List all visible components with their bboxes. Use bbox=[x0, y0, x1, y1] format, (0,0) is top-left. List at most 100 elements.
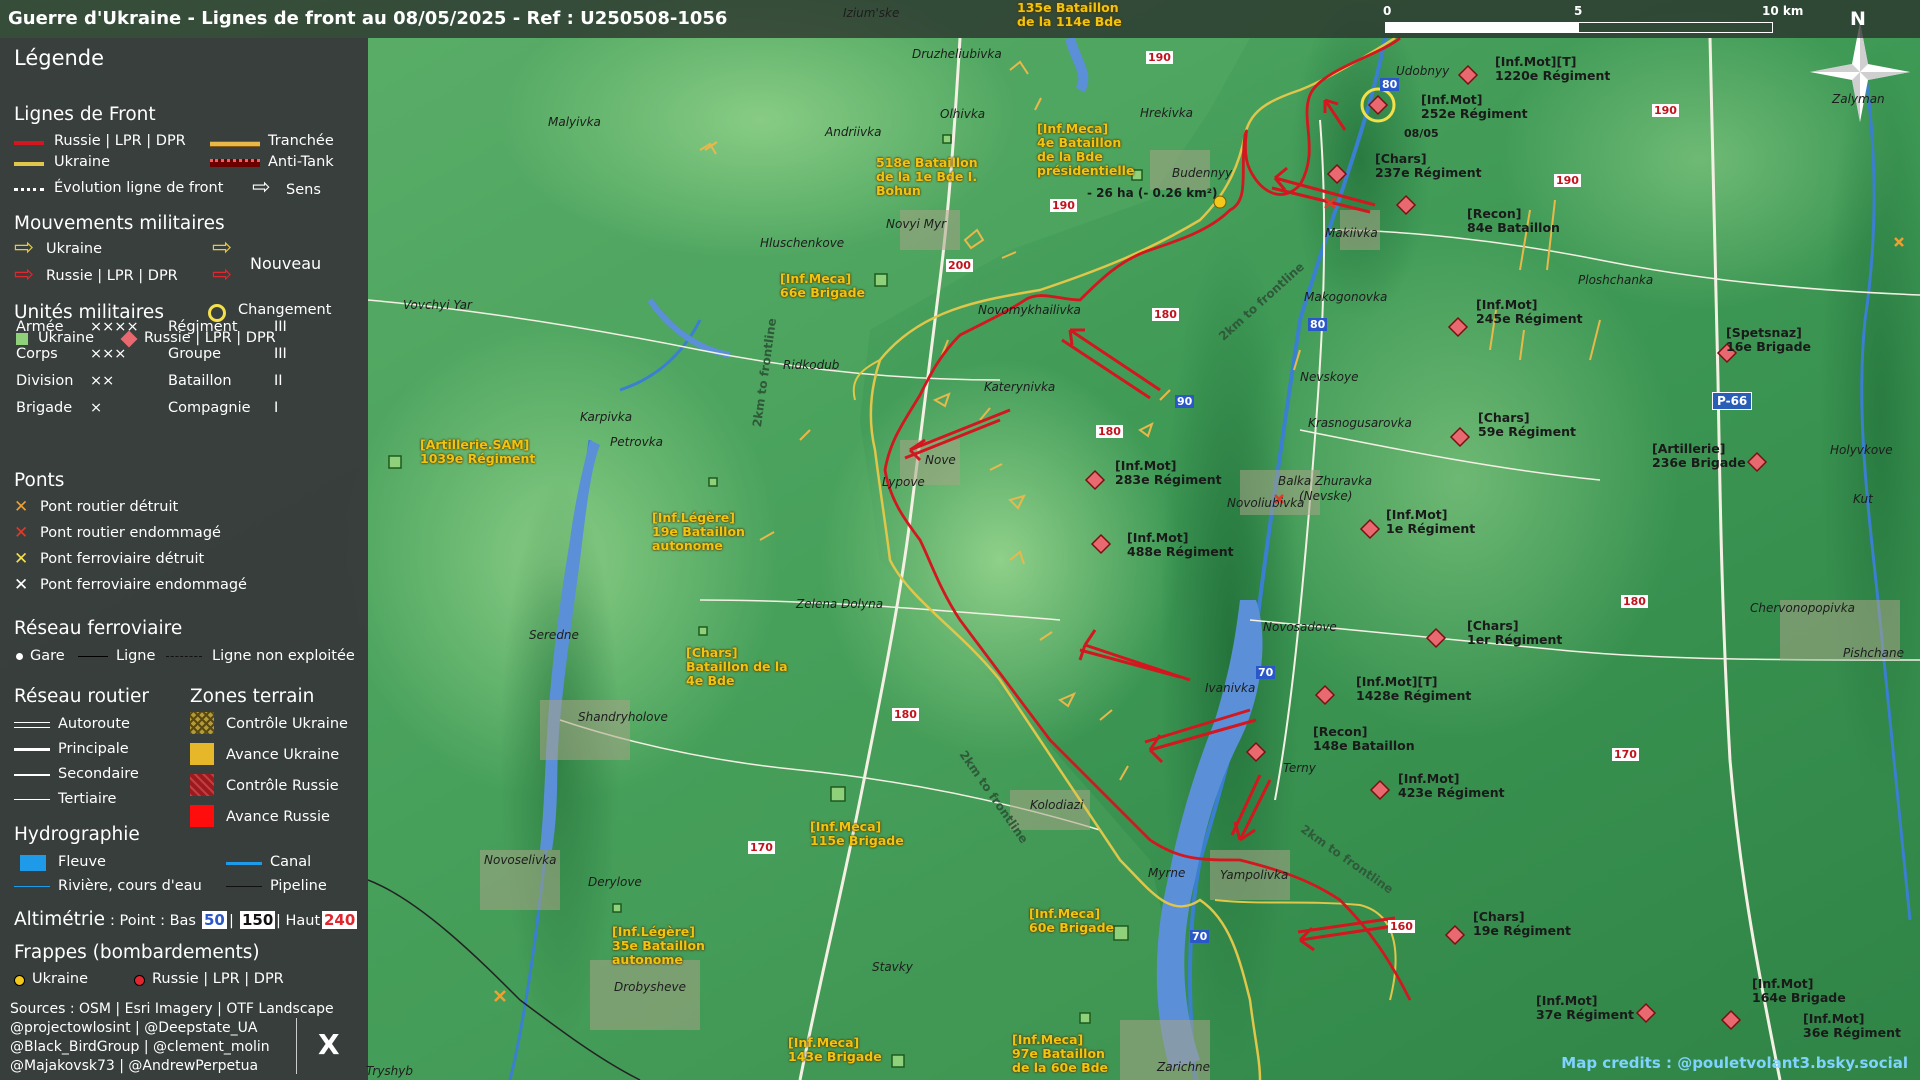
legend-bridge-4: Pont ferroviaire endommagé bbox=[40, 577, 247, 593]
legend-strikes-ua: Ukraine bbox=[32, 971, 88, 987]
unit-label-line: [Spetsnaz] bbox=[1726, 325, 1802, 340]
unit-label-line: [Artillerie.SAM] bbox=[420, 437, 530, 452]
legend-alti-sep: : Point : Bas bbox=[110, 913, 196, 929]
ukrainian-unit-label[interactable]: [Inf.Meca] 66e Brigade bbox=[780, 272, 865, 300]
legend-zone-2: Avance Ukraine bbox=[226, 747, 340, 763]
elevation-low-label: 80 bbox=[1308, 318, 1328, 331]
legend-title: Légende bbox=[14, 46, 105, 70]
rail-bridge-damaged-icon: ✕ bbox=[14, 575, 29, 595]
unit-label-line: [Inf.Meca] bbox=[780, 271, 852, 286]
unit-label-line: [Inf.Mot][T] bbox=[1495, 54, 1577, 69]
scale-label-5: 5 bbox=[1574, 4, 1583, 18]
russian-unit-label[interactable]: [Recon] 84e Bataillon bbox=[1467, 207, 1560, 235]
russian-unit-label[interactable]: [Chars] 1er Régiment bbox=[1467, 619, 1562, 647]
rail-unused-swatch bbox=[166, 656, 202, 657]
unit-label-line: 1039e Régiment bbox=[420, 451, 536, 466]
unit-label-line: [Artillerie] bbox=[1652, 441, 1726, 456]
legend-road-3: Secondaire bbox=[58, 766, 139, 782]
ukrainian-unit-label[interactable]: [Inf.Meca] 97e Bataillon de la 60e Bde bbox=[1012, 1033, 1108, 1075]
x-logo-icon[interactable]: X bbox=[318, 1028, 340, 1061]
place-label: Karpivka bbox=[580, 410, 633, 424]
legend-bridges-heading: Ponts bbox=[14, 470, 65, 491]
elevation-point-label: 170 bbox=[748, 841, 775, 854]
russian-unit-label[interactable]: [Inf.Mot] 245e Régiment bbox=[1476, 298, 1583, 326]
legend-zone-4: Avance Russie bbox=[226, 809, 330, 825]
russian-unit-label[interactable]: [Chars] 19e Régiment bbox=[1473, 910, 1571, 938]
unit-label-line: [Chars] bbox=[1473, 909, 1525, 924]
ukrainian-unit-label[interactable]: [Artillerie.SAM] 1039e Régiment bbox=[420, 438, 535, 466]
unit-label-line: 236e Brigade bbox=[1652, 455, 1746, 470]
russian-unit-label[interactable]: [Chars] 59e Régiment bbox=[1478, 411, 1576, 439]
unit-label-line: [Inf.Meca] bbox=[1037, 121, 1109, 136]
elevation-point-label: 190 bbox=[1554, 174, 1581, 187]
ukrainian-unit-label[interactable]: [Inf.Légère] 35e Bataillon autonome bbox=[612, 925, 705, 967]
elevation-low-label: 70 bbox=[1190, 930, 1210, 943]
russian-unit-label[interactable]: [Inf.Mot] 164e Brigade bbox=[1752, 977, 1846, 1005]
ukrainian-unit-label[interactable]: [Inf.Meca] 60e Brigade bbox=[1029, 907, 1114, 935]
place-label: Myrne bbox=[1148, 866, 1186, 880]
unit-label-line: 19e Régiment bbox=[1473, 923, 1571, 938]
russian-unit-label[interactable]: [Inf.Mot] 283e Régiment bbox=[1115, 459, 1222, 487]
elevation-point-label: 190 bbox=[1652, 104, 1679, 117]
russian-unit-label[interactable]: [Inf.Mot] 423e Régiment bbox=[1398, 772, 1505, 800]
echelon-name: Division bbox=[16, 373, 74, 389]
russian-unit-label[interactable]: [Artillerie] 236e Brigade bbox=[1652, 442, 1746, 470]
russian-unit-label[interactable]: [Inf.Mot] 252e Régiment bbox=[1421, 93, 1528, 121]
russian-unit-label[interactable]: [Inf.Mot] 488e Régiment bbox=[1127, 531, 1234, 559]
echelon-symbol: ××× bbox=[90, 346, 127, 362]
unit-label-line: 84e Bataillon bbox=[1467, 220, 1560, 235]
legend-moves-ru: Russie | LPR | DPR bbox=[46, 268, 178, 284]
unit-label-line: 1e Régiment bbox=[1386, 521, 1476, 536]
russian-unit-label[interactable]: [Recon] 148e Bataillon bbox=[1313, 725, 1415, 753]
place-label: Novoliubivka bbox=[1227, 496, 1305, 510]
unit-label-line: 4e Bataillon bbox=[1037, 135, 1122, 150]
ukrainian-unit-label[interactable]: 518e Bataillon de la 1e Bde I. Bohun bbox=[876, 156, 978, 198]
legend-alti-bar2: | Haut bbox=[276, 913, 321, 929]
ukrainian-unit-label[interactable]: [Inf.Meca] 4e Bataillon de la Bde président… bbox=[1037, 122, 1134, 178]
ukrainian-unit-label[interactable]: [Inf.Meca] 115e Brigade bbox=[810, 820, 904, 848]
ukrainian-unit-label[interactable]: 135e Bataillon de la 114e Bde bbox=[1017, 1, 1122, 29]
russian-unit-label[interactable]: [Inf.Mot] 1e Régiment bbox=[1386, 508, 1475, 536]
russian-unit-label[interactable]: [Inf.Mot] 37e Régiment bbox=[1536, 994, 1634, 1022]
map-credit: Map credits : @pouletvolant3.bsky.social bbox=[1561, 1054, 1908, 1072]
place-label: Izium'ske bbox=[843, 6, 900, 20]
unit-label-line: 1428e Régiment bbox=[1356, 688, 1472, 703]
road-bridge-damaged-icon: ✕ bbox=[14, 523, 29, 543]
unit-label-line: [Inf.Meca] bbox=[810, 819, 882, 834]
station-dot-icon bbox=[16, 653, 23, 660]
elevation-point-label: 200 bbox=[946, 259, 973, 272]
place-label: Stavky bbox=[872, 960, 913, 974]
place-label: Zarichne bbox=[1157, 1060, 1211, 1074]
unit-label-line: [Chars] bbox=[1375, 151, 1427, 166]
unit-label-line: 245e Régiment bbox=[1476, 311, 1583, 326]
russian-unit-label[interactable]: [Inf.Mot][T] 1428e Régiment bbox=[1356, 675, 1471, 703]
unit-label-line: [Inf.Meca] bbox=[1012, 1032, 1084, 1047]
unit-label-line: de la Bde bbox=[1037, 149, 1103, 164]
legend-zone-3: Contrôle Russie bbox=[226, 778, 339, 794]
place-label: Lypove bbox=[882, 475, 925, 489]
unit-label-line: 237e Régiment bbox=[1375, 165, 1482, 180]
echelon-name: Armée bbox=[16, 319, 64, 335]
place-label: Hluschenkove bbox=[760, 236, 845, 250]
scale-label-0: 0 bbox=[1383, 4, 1392, 18]
unit-label-line: autonome bbox=[652, 538, 723, 553]
legend-rail-station: Gare bbox=[30, 648, 65, 664]
place-label: Drobysheve bbox=[614, 980, 686, 994]
tertiary-road-swatch bbox=[14, 799, 50, 800]
place-label: Olhivka bbox=[940, 107, 986, 121]
russian-unit-label[interactable]: [Inf.Mot] 36e Régiment bbox=[1803, 1012, 1901, 1040]
russian-unit-label[interactable]: [Inf.Mot][T] 1220e Régiment bbox=[1495, 55, 1610, 83]
russian-unit-label[interactable]: [Chars] 237e Régiment bbox=[1375, 152, 1482, 180]
ukrainian-unit-label[interactable]: [Inf.Meca] 143e Brigade bbox=[788, 1036, 882, 1064]
ukrainian-unit-label[interactable]: [Inf.Légère] 19e Bataillon autonome bbox=[652, 511, 745, 553]
ukrainian-unit-label[interactable]: [Chars] Bataillon de la 4e Bde bbox=[686, 646, 788, 688]
unit-label-line: 423e Régiment bbox=[1398, 785, 1505, 800]
unit-label-line: [Inf.Légère] bbox=[612, 924, 695, 939]
sources-divider bbox=[296, 1018, 297, 1074]
place-label: Pishchane bbox=[1843, 646, 1904, 660]
unit-label-line: [Inf.Meca] bbox=[1029, 906, 1101, 921]
russian-unit-label[interactable]: [Spetsnaz] 16e Brigade bbox=[1726, 326, 1811, 354]
place-label: Yampolivka bbox=[1220, 868, 1289, 882]
place-label: Terny bbox=[1283, 761, 1316, 775]
elevation-point-label: 170 bbox=[1612, 748, 1639, 761]
